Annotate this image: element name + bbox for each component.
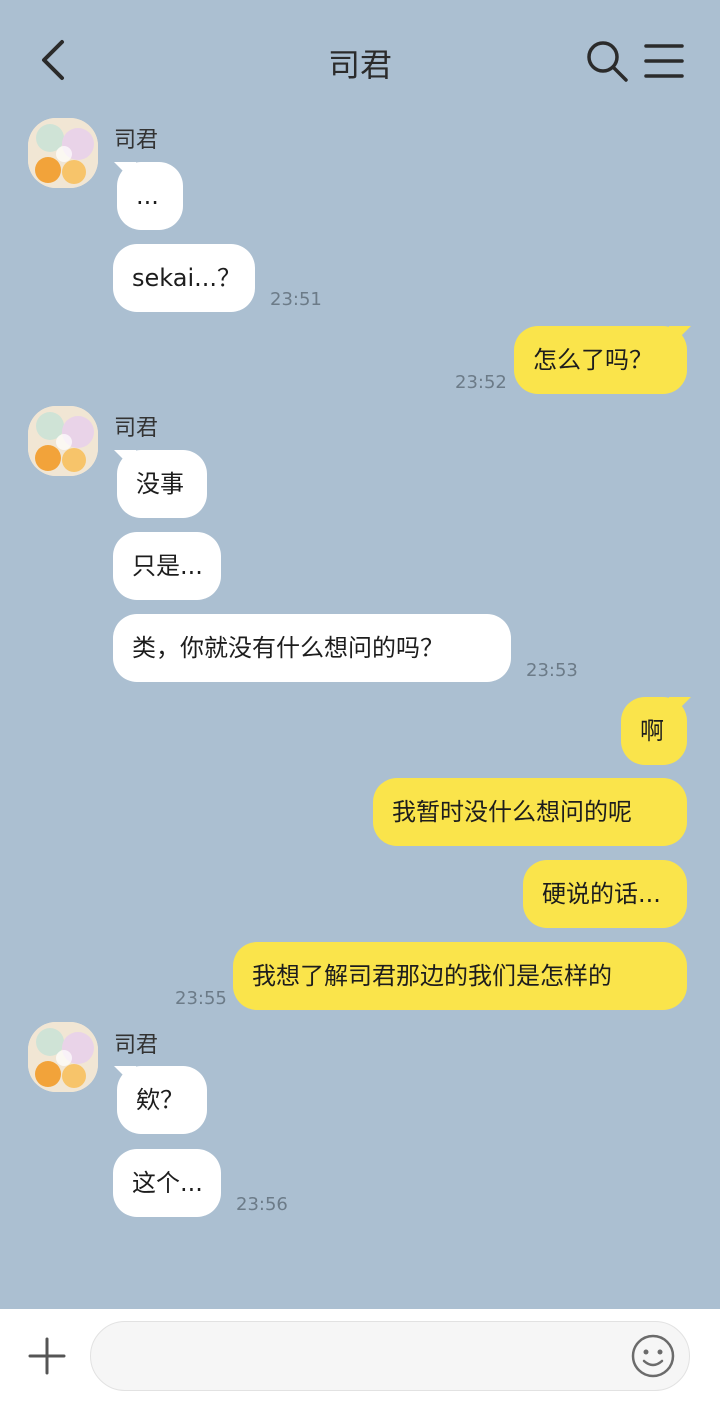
message-bubble[interactable]: 我暂时没什么想问的呢 [373,778,687,846]
sender-name: 司君 [114,416,159,441]
message-bubble[interactable]: 没事 [117,450,207,518]
message-bubble[interactable]: ... [117,162,183,230]
avatar[interactable] [28,1022,98,1092]
plus-icon [28,1337,66,1375]
message-bubble[interactable]: 我想了解司君那边的我们是怎样的 [233,942,687,1010]
message-bubble[interactable]: 欸？ [117,1066,207,1134]
sender-name: 司君 [114,1033,159,1058]
message-timestamp: 23:52 [455,372,507,393]
menu-button[interactable] [642,42,686,80]
message-bubble[interactable]: 只是... [113,532,221,600]
message-bubble[interactable]: 啊 [621,697,687,765]
message-bubble[interactable]: 硬说的话... [523,860,687,928]
input-bar [0,1309,720,1401]
message-timestamp: 23:55 [175,988,227,1009]
message-bubble[interactable]: 类，你就没有什么想问的吗？ [113,614,511,682]
message-input[interactable] [90,1321,690,1391]
attach-button[interactable] [28,1337,66,1375]
search-icon [587,41,628,82]
avatar-image [28,118,98,188]
message-bubble[interactable]: sekai...？ [113,244,255,312]
avatar[interactable] [28,118,98,188]
message-timestamp: 23:56 [236,1194,288,1215]
search-button[interactable] [584,38,630,84]
emoji-button[interactable] [630,1333,676,1379]
message-bubble[interactable]: 这个... [113,1149,221,1217]
message-timestamp: 23:51 [270,289,322,310]
message-timestamp: 23:53 [526,660,578,681]
avatar-image [28,406,98,476]
smiley-icon [631,1334,675,1378]
chat-header: 司君 [0,0,720,120]
sender-name: 司君 [114,128,159,153]
menu-icon [644,44,684,78]
avatar-image [28,1022,98,1092]
avatar[interactable] [28,406,98,476]
message-bubble[interactable]: 怎么了吗？ [514,326,687,394]
